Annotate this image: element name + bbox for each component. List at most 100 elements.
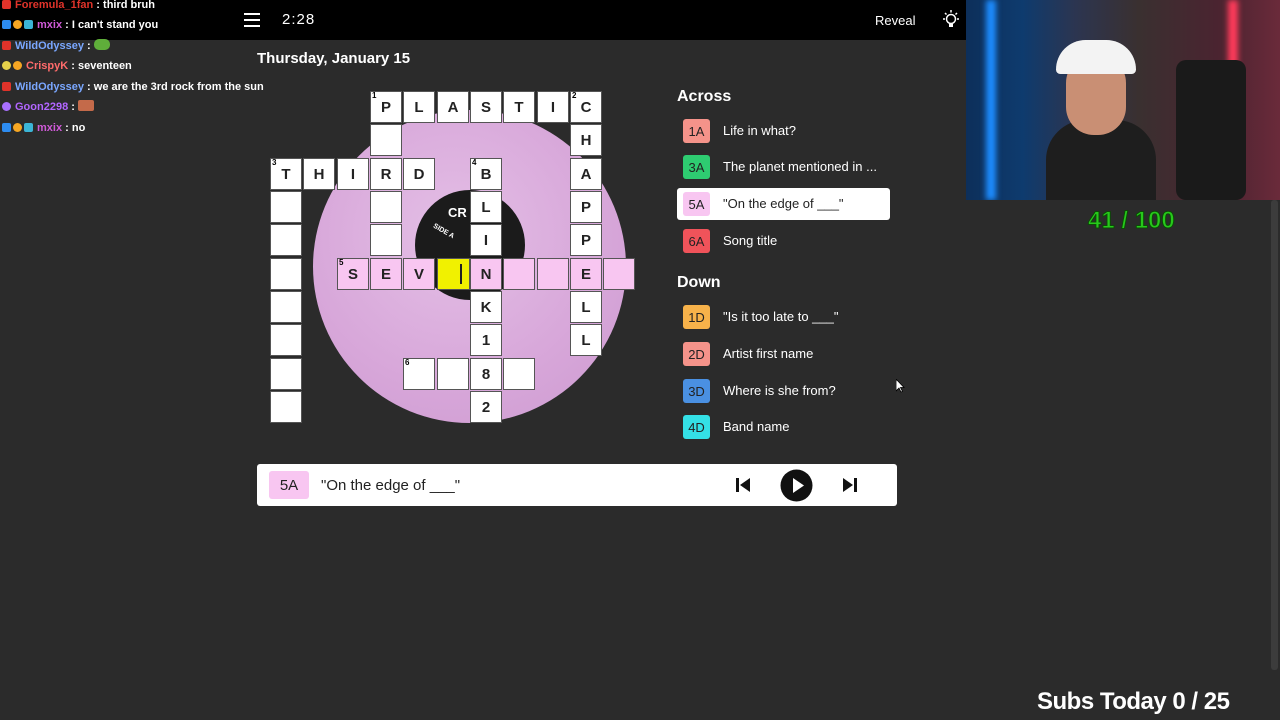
skip-next-icon[interactable] <box>842 477 858 493</box>
play-icon[interactable] <box>780 469 813 502</box>
grid-cell[interactable]: P <box>570 224 602 256</box>
grid-cell[interactable]: I <box>470 224 502 256</box>
grid-cell[interactable] <box>437 358 469 390</box>
grid-cell[interactable] <box>270 358 302 390</box>
clue-2d[interactable]: 2D Artist first name <box>677 338 890 370</box>
grid-cell[interactable] <box>270 258 302 290</box>
caret <box>460 264 462 284</box>
clue-number: 5 <box>339 258 344 267</box>
chat-message: WildOdyssey : <box>2 37 110 55</box>
menu-icon[interactable] <box>244 13 260 27</box>
grid-cell[interactable] <box>270 291 302 323</box>
clue-number-badge: 3D <box>683 379 710 403</box>
timer: 2:28 <box>282 11 316 28</box>
grid-cell[interactable] <box>370 191 402 223</box>
badge-icon <box>2 102 11 111</box>
grid-cell[interactable] <box>537 258 569 290</box>
grid-cell[interactable]: 4B <box>470 158 502 190</box>
grid-cell[interactable]: R <box>370 158 402 190</box>
badge-icon <box>2 61 11 70</box>
grid-cell[interactable]: H <box>570 124 602 156</box>
clue-number-badge: 3A <box>683 155 710 179</box>
grid-cell[interactable]: I <box>537 91 569 123</box>
grid-cell[interactable]: P <box>570 191 602 223</box>
clue-number: 1 <box>372 91 377 100</box>
cell-letter: B <box>480 165 492 183</box>
grid-cell[interactable]: S <box>470 91 502 123</box>
clue-3a[interactable]: 3A The planet mentioned in ... <box>677 151 890 183</box>
grid-cell[interactable] <box>270 191 302 223</box>
grid-cell[interactable] <box>370 224 402 256</box>
clue-text: Artist first name <box>723 346 814 361</box>
grid-cell[interactable] <box>370 124 402 156</box>
puzzle-date: Thursday, January 15 <box>257 50 411 67</box>
clue-number-badge: 4D <box>683 415 710 439</box>
chat-text: no <box>71 122 86 134</box>
grid-cell[interactable]: L <box>470 191 502 223</box>
reveal-button[interactable]: Reveal <box>875 13 915 28</box>
cell-letter: E <box>580 265 591 283</box>
grid-cell[interactable] <box>603 258 635 290</box>
cell-letter: A <box>447 98 459 116</box>
grid-cell[interactable]: 2C <box>570 91 602 123</box>
grid-cell[interactable]: E <box>570 258 602 290</box>
subs-today-counter: Subs Today 0 / 25 <box>1037 688 1230 715</box>
chat-text: we are the 3rd rock from the sun <box>93 81 264 93</box>
cell-letter: L <box>481 198 491 216</box>
chair <box>1176 60 1246 200</box>
grid-cell[interactable]: D <box>403 158 435 190</box>
cell-letter: H <box>313 165 325 183</box>
cell-letter: V <box>413 265 424 283</box>
clue-1a[interactable]: 1A Life in what? <box>677 115 890 147</box>
grid-cell[interactable]: 1P <box>370 91 402 123</box>
clue-number: 6 <box>405 358 410 367</box>
grid-cell[interactable]: 3T <box>270 158 302 190</box>
grid-cell[interactable] <box>503 358 535 390</box>
grid-cell[interactable] <box>270 224 302 256</box>
clue-5a[interactable]: 5A "On the edge of ___" <box>677 188 890 220</box>
grid-cell[interactable]: K <box>470 291 502 323</box>
grid-cell[interactable]: A <box>437 91 469 123</box>
grid-cell[interactable] <box>270 391 302 423</box>
badge-icon <box>2 82 11 91</box>
led-light <box>986 0 996 200</box>
grid-cell[interactable]: A <box>570 158 602 190</box>
grid-cell[interactable] <box>270 324 302 356</box>
cell-letter: 8 <box>481 365 491 383</box>
grid-cell[interactable]: 8 <box>470 358 502 390</box>
grid-cell[interactable]: I <box>337 158 369 190</box>
record-label-text: CR <box>448 205 467 220</box>
scrollbar[interactable] <box>1271 200 1278 670</box>
clue-3d[interactable]: 3D Where is she from? <box>677 375 890 407</box>
clue-number-badge: 1D <box>683 305 710 329</box>
chat-user: Foremula_1fan <box>15 0 94 11</box>
cell-letter: T <box>514 98 524 116</box>
clue-6a[interactable]: 6A Song title <box>677 225 890 257</box>
lightbulb-icon[interactable] <box>941 10 961 30</box>
grid-cell[interactable]: L <box>403 91 435 123</box>
grid-cell[interactable]: E <box>370 258 402 290</box>
grid-cell[interactable]: H <box>303 158 335 190</box>
grid-cell[interactable]: V <box>403 258 435 290</box>
grid-cell[interactable]: 5S <box>337 258 369 290</box>
cell-letter: I <box>350 165 356 183</box>
clue-1d[interactable]: 1D "Is it too late to ___" <box>677 301 890 333</box>
clue-text: Where is she from? <box>723 383 836 398</box>
cell-letter: S <box>480 98 491 116</box>
grid-cell[interactable]: L <box>570 291 602 323</box>
clue-text: "Is it too late to ___" <box>723 309 839 324</box>
cell-letter: R <box>380 165 392 183</box>
skip-previous-icon[interactable] <box>735 477 751 493</box>
grid-cell[interactable] <box>503 258 535 290</box>
grid-cell[interactable]: T <box>503 91 535 123</box>
clue-text: Life in what? <box>723 123 796 138</box>
clue-4d[interactable]: 4D Band name <box>677 411 890 443</box>
grid-cell[interactable]: 2 <box>470 391 502 423</box>
grid-cell[interactable]: N <box>470 258 502 290</box>
cell-letter: K <box>480 298 492 316</box>
clue-text: Band name <box>723 419 790 434</box>
cell-letter: P <box>580 231 591 249</box>
grid-cell[interactable]: L <box>570 324 602 356</box>
grid-cell[interactable]: 6 <box>403 358 435 390</box>
grid-cell[interactable]: 1 <box>470 324 502 356</box>
